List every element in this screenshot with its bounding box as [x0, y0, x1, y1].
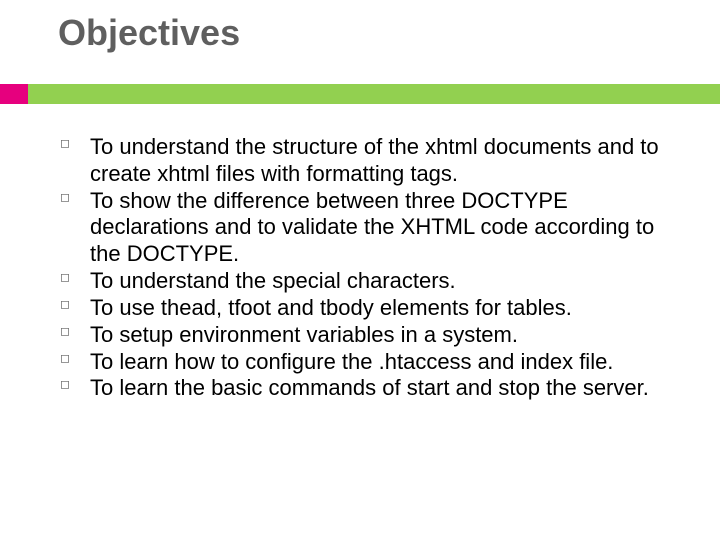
list-item: To use thead, tfoot and tbody elements f…	[56, 295, 680, 322]
list-item: To understand the special characters.	[56, 268, 680, 295]
list-item: To setup environment variables in a syst…	[56, 322, 680, 349]
accent-green-bar	[28, 84, 720, 104]
list-item: To understand the structure of the xhtml…	[56, 134, 680, 188]
list-item: To show the difference between three DOC…	[56, 188, 680, 268]
divider-bar	[0, 84, 720, 104]
slide-title: Objectives	[0, 0, 720, 54]
content-area: To understand the structure of the xhtml…	[0, 104, 720, 402]
list-item: To learn the basic commands of start and…	[56, 375, 680, 402]
accent-pink-segment	[0, 84, 28, 104]
objectives-list: To understand the structure of the xhtml…	[56, 134, 680, 402]
list-item: To learn how to configure the .htaccess …	[56, 349, 680, 376]
